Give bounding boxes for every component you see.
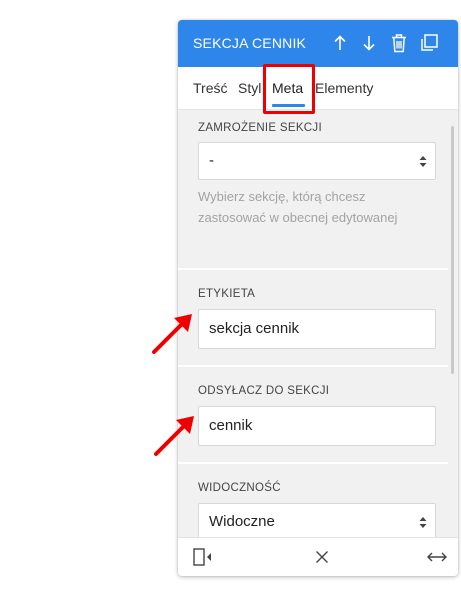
expand-horizontal-icon (427, 552, 447, 562)
freeze-section: ZAMROŻENIE SEKCJI - Wybierz sekcję, któr… (178, 110, 448, 268)
collapse-panel-button[interactable] (191, 546, 215, 568)
panel-footer (178, 537, 458, 576)
freeze-section-value: - (209, 152, 214, 169)
move-up-button[interactable] (328, 31, 352, 55)
label-section: ETYKIETA sekcja cennik (178, 270, 448, 365)
arrow-up-icon (334, 35, 346, 50)
expand-panel-button[interactable] (425, 546, 449, 568)
select-arrows-icon (419, 156, 427, 167)
label-field-label: ETYKIETA (198, 288, 256, 300)
panel-tabs: Treść Styl Meta Elementy (178, 67, 458, 110)
anchor-field-label: ODSYŁACZ DO SEKCJI (198, 385, 330, 397)
visibility-select[interactable]: Widoczne (198, 503, 436, 537)
tab-elementy[interactable]: Elementy (315, 80, 373, 96)
section-settings-panel: SEKCJA CENNIK Treść Styl Meta Elementy Z… (178, 20, 458, 576)
anchor-input[interactable]: cennik (198, 406, 436, 446)
screenshot-stage: SEKCJA CENNIK Treść Styl Meta Elementy Z… (0, 0, 461, 604)
select-arrows-icon (419, 517, 427, 528)
freeze-section-label: ZAMROŻENIE SEKCJI (198, 122, 322, 134)
visibility-value: Widoczne (209, 513, 275, 530)
visibility-section: WIDOCZNOŚĆ Widoczne (178, 464, 448, 537)
arrow-down-icon (363, 36, 375, 51)
content-scrollbar[interactable] (451, 126, 454, 374)
duplicate-section-button[interactable] (417, 31, 441, 55)
active-tab-indicator (272, 104, 305, 107)
tab-meta[interactable]: Meta (272, 80, 303, 96)
meta-tab-content: ZAMROŻENIE SEKCJI - Wybierz sekcję, któr… (178, 110, 458, 537)
close-icon (316, 551, 328, 563)
label-input[interactable]: sekcja cennik (198, 309, 436, 349)
move-down-button[interactable] (357, 31, 381, 55)
tab-styl[interactable]: Styl (238, 80, 261, 96)
anchor-section: ODSYŁACZ DO SEKCJI cennik (178, 367, 448, 462)
tab-tresc[interactable]: Treść (193, 80, 227, 96)
visibility-field-label: WIDOCZNOŚĆ (198, 482, 281, 494)
freeze-section-select[interactable]: - (198, 142, 436, 180)
delete-section-button[interactable] (387, 31, 411, 55)
close-panel-button[interactable] (310, 546, 334, 568)
freeze-section-hint: Wybierz sekcję, którą chcesz zastosować … (198, 189, 398, 225)
panel-title: SEKCJA CENNIK (193, 35, 307, 51)
duplicate-icon (421, 34, 438, 51)
collapse-panel-icon (193, 548, 211, 566)
panel-header: SEKCJA CENNIK (178, 20, 458, 67)
trash-icon (392, 34, 406, 53)
